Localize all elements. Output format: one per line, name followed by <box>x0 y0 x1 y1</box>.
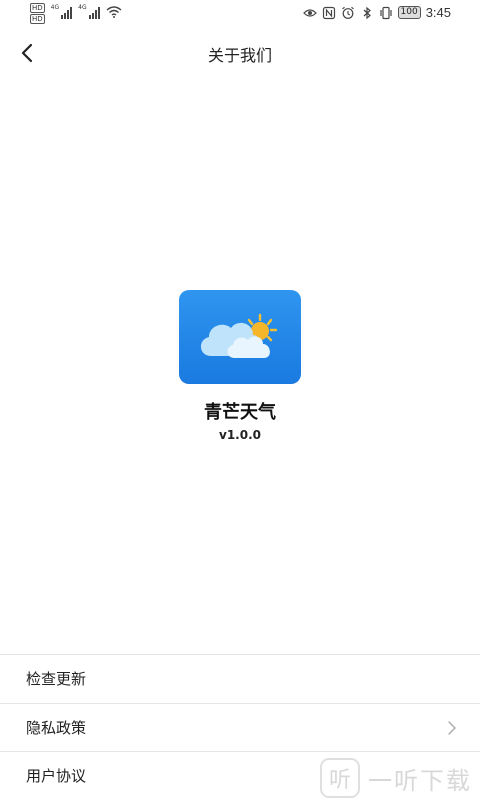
page-title: 关于我们 <box>207 46 272 65</box>
battery-indicator: 100 <box>397 6 421 19</box>
watermark: 听 一听下载 <box>320 758 472 798</box>
chevron-right-icon <box>448 720 456 735</box>
wifi-icon <box>106 6 122 18</box>
menu-item-label: 隐私政策 <box>26 718 87 737</box>
app-icon <box>179 290 301 384</box>
menu-item-privacy-policy[interactable]: 隐私政策 <box>0 702 480 752</box>
nfc-icon <box>322 6 335 19</box>
menu-item-label: 用户协议 <box>26 767 87 786</box>
signal-icon: 4G <box>78 4 100 19</box>
menu-item-check-update[interactable]: 检查更新 <box>0 654 480 703</box>
status-bar: HD HD 4G 4G 100 3:45 <box>0 0 480 26</box>
signal-icon: 4G <box>50 4 73 19</box>
status-time: 3:45 <box>425 5 451 20</box>
menu-item-label: 检查更新 <box>26 670 87 689</box>
eye-icon <box>302 8 317 17</box>
app-name: 青芒天气 <box>204 402 276 423</box>
vibrate-icon <box>379 6 392 19</box>
bluetooth-icon <box>363 6 371 19</box>
status-left: HD HD 4G 4G <box>30 3 122 24</box>
network-type-label: 4G <box>50 4 60 11</box>
weather-cloud-sun-icon <box>200 313 278 358</box>
hd-badge: HD <box>30 14 45 24</box>
hd-badge: HD <box>30 3 45 13</box>
hd-badges: HD HD <box>30 3 45 24</box>
watermark-text: 一听下载 <box>368 766 472 795</box>
watermark-logo: 听 <box>320 758 360 798</box>
alarm-icon <box>341 6 354 19</box>
network-type-label: 4G <box>78 4 87 11</box>
app-version: v1.0.0 <box>219 428 261 442</box>
status-right: 100 3:45 <box>302 5 451 20</box>
top-bar: 关于我们 <box>0 30 480 76</box>
